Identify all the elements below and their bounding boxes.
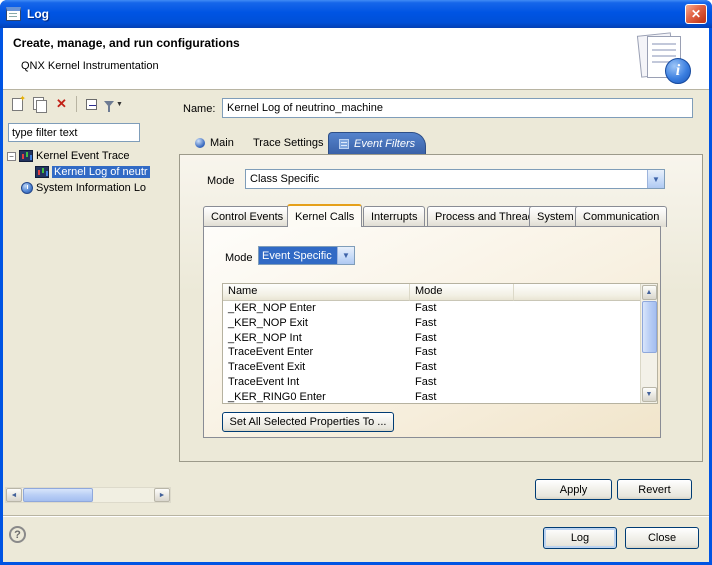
tab-communication[interactable]: Communication — [575, 206, 667, 227]
scroll-left-icon[interactable]: ◄ — [6, 488, 22, 502]
info-icon: i — [665, 58, 691, 84]
column-header-mode[interactable]: Mode — [410, 284, 514, 301]
help-button[interactable]: ? — [9, 526, 26, 543]
tree-collapse-toggle[interactable]: − — [7, 152, 16, 161]
title-bar[interactable]: Log — [0, 0, 712, 28]
kernel-events-table: Name Mode _KER_NOP Enter Fast _KER_NOP E… — [222, 283, 658, 404]
log-dialog: Log Create, manage, and run configuratio… — [0, 0, 712, 565]
duplicate-config-icon[interactable] — [30, 95, 49, 114]
event-mode-label: Mode — [225, 252, 253, 264]
footer-divider — [3, 515, 709, 517]
tree-filter-input[interactable] — [8, 123, 140, 142]
column-header-blank[interactable] — [514, 284, 657, 301]
collapse-all-icon[interactable] — [82, 95, 101, 114]
chevron-down-icon[interactable] — [337, 247, 354, 264]
filter-menu-icon[interactable]: ▼ — [104, 95, 123, 114]
table-row[interactable]: TraceEvent Exit Fast — [223, 360, 657, 375]
table-row[interactable]: _KER_RING0 Enter Fast — [223, 390, 657, 405]
tree-item-system-information[interactable]: System Information Lo — [7, 180, 171, 196]
scrollbar-track[interactable] — [93, 488, 154, 502]
tab-system[interactable]: System — [529, 206, 582, 227]
trace-config-icon — [19, 150, 33, 162]
banner: Create, manage, and run configurations Q… — [3, 28, 709, 90]
revert-button[interactable]: Revert — [617, 479, 692, 500]
banner-title: Create, manage, and run configurations — [13, 36, 240, 50]
tab-control-events[interactable]: Control Events — [203, 206, 291, 227]
set-all-properties-button[interactable]: Set All Selected Properties To ... — [222, 412, 394, 432]
delete-config-icon[interactable]: ✕ — [52, 95, 71, 114]
table-row[interactable]: _KER_NOP Exit Fast — [223, 316, 657, 331]
sysinfo-config-icon — [21, 182, 33, 194]
table-row[interactable]: _KER_NOP Int Fast — [223, 331, 657, 346]
table-header-row: Name Mode — [223, 284, 657, 301]
tab-interrupts[interactable]: Interrupts — [363, 206, 425, 227]
new-config-icon[interactable]: ✦ — [8, 95, 27, 114]
trace-config-icon — [35, 166, 49, 178]
banner-subtitle: QNX Kernel Instrumentation — [21, 60, 159, 72]
tree-item-kernel-log[interactable]: Kernel Log of neutr — [7, 164, 171, 180]
banner-illustration: i — [633, 32, 693, 86]
window-icon — [6, 7, 21, 21]
main-tab-icon — [195, 138, 205, 148]
toolbar-separator — [76, 96, 77, 112]
scroll-up-icon[interactable]: ▲ — [642, 285, 657, 300]
config-toolbar: ✦ ✕ ▼ — [8, 94, 123, 114]
log-button[interactable]: Log — [543, 527, 617, 549]
table-row[interactable]: TraceEvent Enter Fast — [223, 345, 657, 360]
name-label: Name: — [183, 103, 215, 115]
table-vertical-scrollbar[interactable]: ▲ ▼ — [640, 284, 657, 403]
event-filters-tab-icon — [339, 139, 349, 149]
config-tree: − Kernel Event Trace Kernel Log of neutr… — [7, 148, 171, 196]
table-row[interactable]: TraceEvent Int Fast — [223, 375, 657, 390]
close-icon[interactable] — [685, 4, 707, 24]
mode-label: Mode — [207, 175, 235, 187]
apply-button[interactable]: Apply — [535, 479, 612, 500]
chevron-down-icon[interactable] — [647, 170, 664, 188]
config-name-input[interactable] — [222, 98, 693, 118]
tab-kernel-calls[interactable]: Kernel Calls — [287, 204, 362, 227]
tab-trace-settings[interactable]: Trace Settings — [243, 132, 334, 154]
event-mode-combobox[interactable]: Event Specific — [258, 246, 355, 265]
tab-event-filters[interactable]: Event Filters — [328, 132, 426, 154]
tab-main[interactable]: Main — [185, 132, 244, 154]
scrollbar-thumb[interactable] — [23, 488, 93, 502]
dialog-body: Create, manage, and run configurations Q… — [3, 28, 709, 562]
column-header-name[interactable]: Name — [223, 284, 410, 301]
scroll-down-icon[interactable]: ▼ — [642, 387, 657, 402]
tree-horizontal-scrollbar[interactable]: ◄ ► — [5, 487, 171, 503]
table-row[interactable]: _KER_NOP Enter Fast — [223, 301, 657, 316]
scroll-right-icon[interactable]: ► — [154, 488, 170, 502]
close-button[interactable]: Close — [625, 527, 699, 549]
tree-item-kernel-event-trace[interactable]: − Kernel Event Trace — [7, 148, 171, 164]
scrollbar-thumb[interactable] — [642, 301, 657, 353]
tab-process-and-thread[interactable]: Process and Thread — [427, 206, 542, 227]
mode-combobox[interactable]: Class Specific — [245, 169, 665, 189]
window-title: Log — [27, 7, 49, 21]
